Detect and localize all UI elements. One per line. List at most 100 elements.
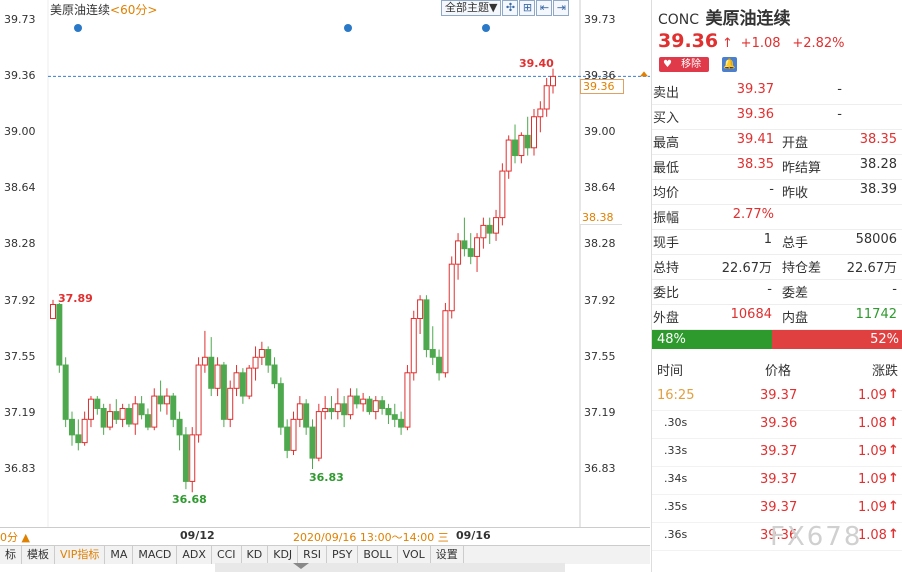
chart-scrollbar[interactable] (215, 563, 565, 572)
scroll-arrow-icon[interactable] (293, 563, 309, 569)
tick-row: .30s 39.36 1.08 ↑ (652, 411, 902, 439)
tick-time: .34s (664, 472, 688, 485)
quote-name: 美原油连续 (705, 9, 791, 29)
y-tick-right: 37.19 (584, 406, 616, 419)
candle-body (81, 418, 88, 444)
candle-body (277, 383, 284, 428)
y-tick-right: 38.64 (584, 181, 616, 194)
ticks-header: 时间 价格 涨跌 (652, 357, 902, 379)
y-tick-left: 39.00 (4, 125, 36, 138)
candle-body (461, 240, 468, 250)
candle-body (144, 414, 151, 428)
buy-label: 买入 (653, 111, 680, 126)
candle-body (537, 108, 544, 118)
prev-settle-value: 38.28 (859, 157, 897, 172)
candle-body (87, 398, 94, 420)
tick-row: .35s 39.37 1.09 ↑ (652, 495, 902, 523)
row-volume: 现手 1 总手 58006 (652, 229, 902, 255)
candle-body (347, 395, 354, 416)
candle-body (499, 170, 506, 219)
candle-body (195, 364, 202, 436)
tick-change: 1.09 (858, 500, 887, 515)
candle-body (455, 240, 462, 265)
tick-price: 39.36 (760, 416, 798, 431)
candle-body (315, 411, 322, 459)
quote-price: 39.36 (658, 30, 719, 52)
indicator-tab-macd[interactable]: MACD (133, 546, 178, 564)
y-tick-right: 39.00 (584, 125, 616, 138)
candle-body (106, 411, 113, 428)
outer-label: 外盘 (653, 311, 680, 326)
indicator-tab-psy[interactable]: PSY (327, 546, 359, 564)
candle-body (423, 299, 430, 351)
candle-body (442, 310, 449, 374)
diff-value: - (892, 282, 897, 297)
row-buy: 买入 39.36 - (652, 104, 902, 130)
candle-body (385, 407, 392, 416)
tick-price: 39.37 (760, 444, 798, 459)
annotation-high: 39.40 (519, 57, 554, 70)
indicator-tab-rsi[interactable]: RSI (298, 546, 328, 564)
row-ratio: 委比 - 委差 - (652, 279, 902, 305)
indicator-tab-vol[interactable]: VOL (398, 546, 431, 564)
next-icon[interactable]: ⇥ (553, 0, 570, 16)
avg-value: - (769, 182, 774, 197)
y-tick-left: 39.36 (4, 69, 36, 82)
indicator-tab-template[interactable]: 模板 (22, 546, 55, 564)
candle-body (518, 134, 525, 157)
quote-change: +1.08 (740, 36, 781, 51)
x-label-date-2: 09/16 (456, 529, 491, 542)
outer-value: 10684 (730, 307, 772, 322)
zoom-in-icon[interactable]: ⊞ (519, 0, 536, 16)
indicator-tab-kd[interactable]: KD (242, 546, 269, 564)
row-high-open: 最高 39.41 开盘 38.35 (652, 129, 902, 155)
prev-icon[interactable]: ⇤ (536, 0, 553, 16)
indicator-tab-vip[interactable]: VIP指标 (55, 546, 106, 564)
bell-icon[interactable]: 🔔 (722, 57, 737, 72)
indicator-tab-cci[interactable]: CCI (212, 546, 242, 564)
indicator-tab-ma[interactable]: MA (105, 546, 134, 564)
sell-label: 卖出 (653, 86, 680, 101)
candle-body (322, 407, 329, 413)
candle-body (68, 418, 75, 436)
ticks-header-price: 价格 (765, 364, 792, 379)
row-amplitude: 振幅 2.77% (652, 204, 902, 230)
prev-close-value: 38.39 (859, 182, 897, 197)
x-axis: 0分 ▲ 09/12 2020/09/16 13:00～14:00 三 09/1… (0, 527, 650, 544)
chart-title: 美原油连续<60分> (50, 1, 157, 18)
oi-value: 22.67万 (721, 261, 772, 276)
kline-chart-svg[interactable] (0, 0, 650, 527)
low-value: 38.35 (736, 157, 774, 172)
candle-body (239, 372, 246, 397)
indicator-tab-boll[interactable]: BOLL (358, 546, 398, 564)
theme-select[interactable]: 全部主题▼ (441, 0, 502, 16)
open-label: 开盘 (782, 136, 809, 151)
chart-timeframe[interactable]: <60分> (110, 3, 157, 17)
annotation-low-1: 36.68 (172, 493, 207, 506)
quote-panel: CONC 美原油连续 39.36 ↑ +1.08 +2.82% ♥ 移除 🔔 卖… (651, 0, 902, 572)
candle-body (258, 349, 265, 358)
candle-body (524, 134, 531, 149)
indicator-tab-kdj[interactable]: KDJ (268, 546, 299, 564)
ticks-header-change: 涨跌 (872, 364, 899, 379)
quote-price-line: 39.36 ↑ +1.08 +2.82% (658, 30, 845, 52)
avg-label: 均价 (653, 186, 680, 201)
event-marker-dot (74, 24, 82, 32)
kline-chart-panel[interactable]: 美原油连续<60分> 全部主题▼ ✣ ⊞ ⇤ ⇥ 39.73 39.36 39.… (0, 0, 650, 545)
crosshair-icon[interactable]: ✣ (502, 0, 519, 16)
indicator-tab-settings[interactable]: 设置 (431, 546, 464, 564)
remove-button[interactable]: ♥ 移除 (659, 57, 709, 72)
oi-diff-label: 持仓差 (782, 261, 822, 276)
indicator-tab-adx[interactable]: ADX (177, 546, 212, 564)
candle-body (309, 426, 316, 459)
quote-change-pct: +2.82% (792, 36, 845, 51)
candle-body (201, 356, 208, 366)
candle-body (486, 224, 493, 234)
indicator-tab[interactable]: 标 (0, 546, 22, 564)
candle-body (328, 407, 335, 413)
candle-body (233, 372, 240, 389)
tick-price: 39.37 (760, 388, 798, 403)
candle-body (429, 349, 436, 358)
y-tick-right: 39.73 (584, 13, 616, 26)
up-arrow-icon: ↑ (888, 527, 899, 542)
